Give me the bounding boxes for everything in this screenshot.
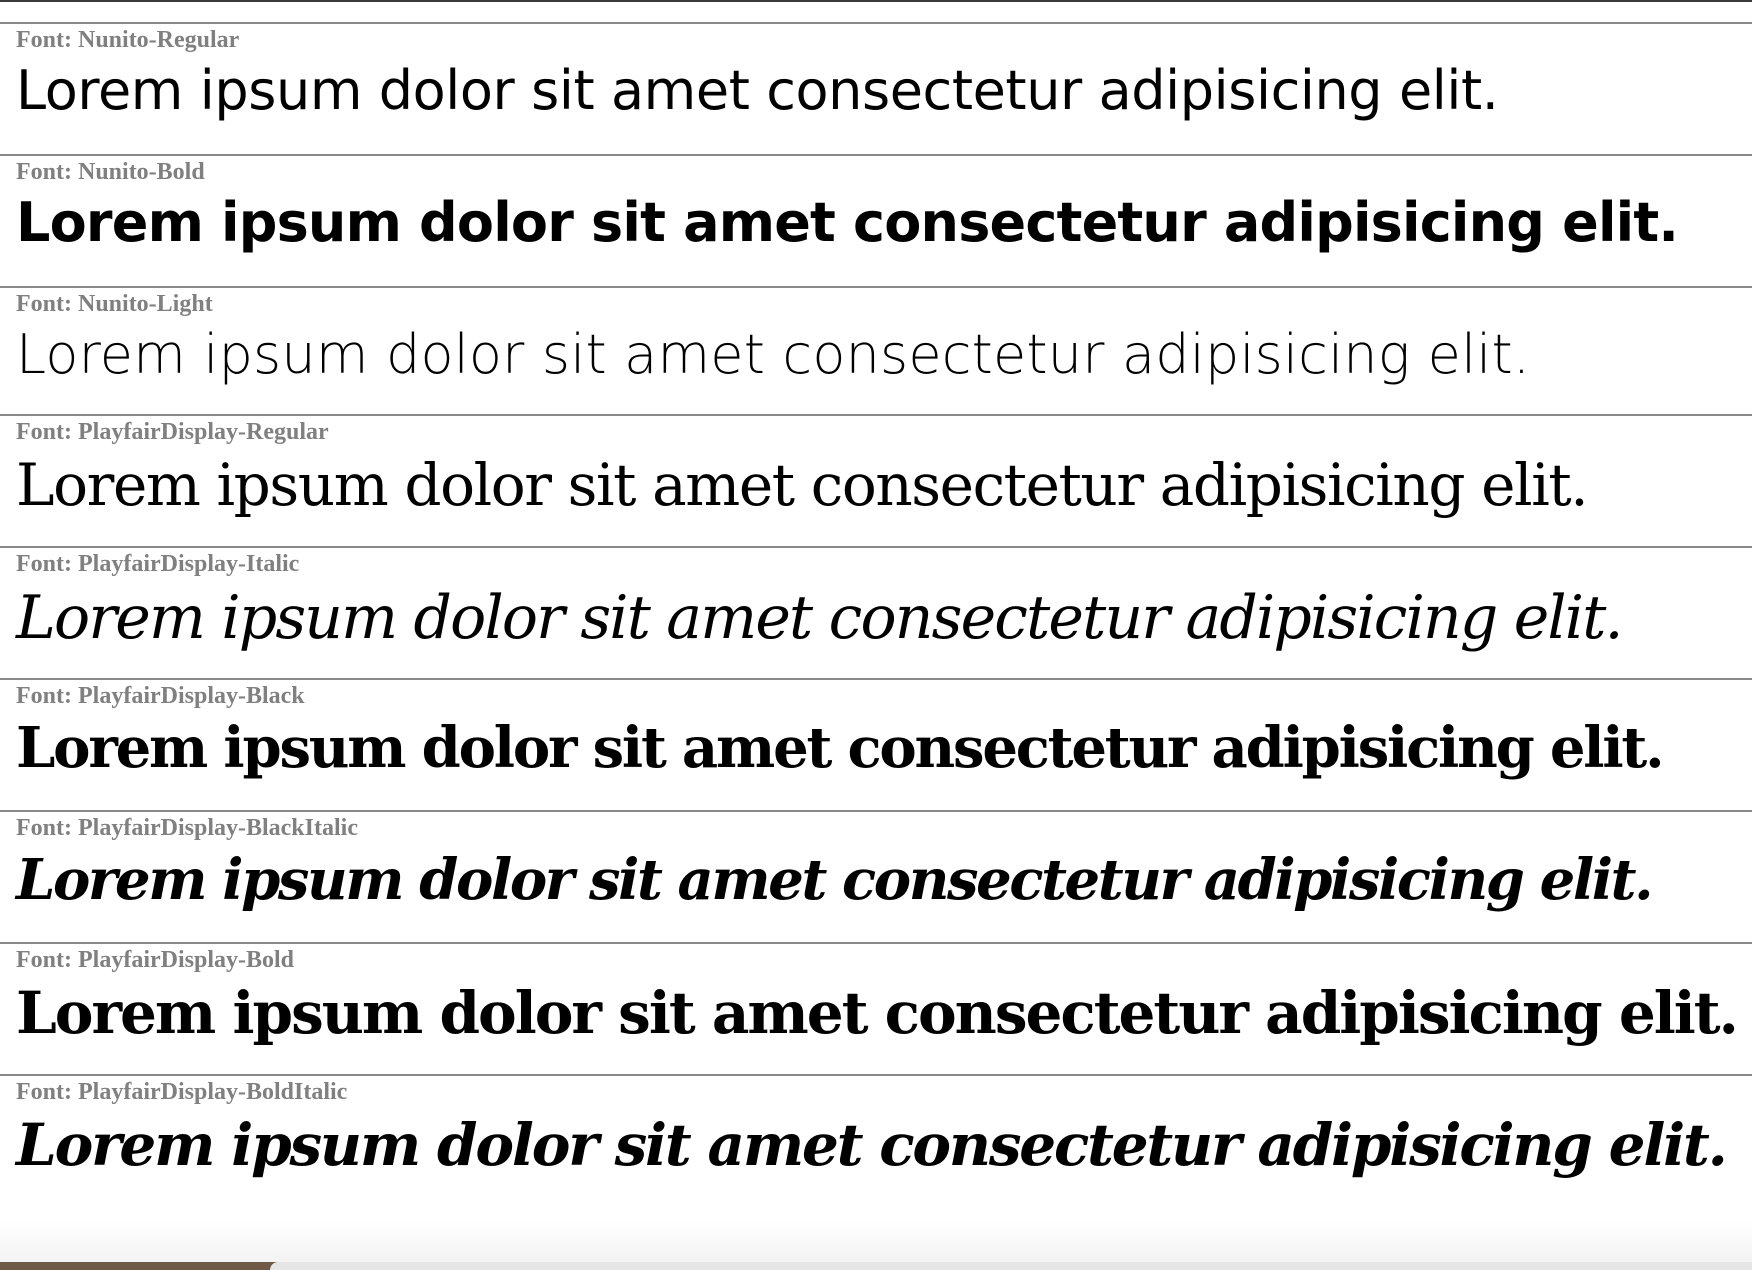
sample-text: Lorem ipsum dolor sit amet consectetur a… — [16, 583, 1624, 653]
sample-text: Lorem ipsum dolor sit amet consectetur a… — [16, 323, 1531, 386]
font-label: Font: PlayfairDisplay-Bold — [16, 947, 295, 973]
font-label: Font: PlayfairDisplay-BoldItalic — [16, 1079, 348, 1105]
sample-text: Lorem ipsum dolor sit amet consectetur a… — [16, 451, 1589, 519]
font-label: Font: PlayfairDisplay-BlackItalic — [16, 815, 358, 841]
font-label: Font: PlayfairDisplay-Italic — [16, 551, 300, 577]
font-sample-nunito-bold: Font: Nunito-Bold Lorem ipsum dolor sit … — [0, 154, 1752, 286]
font-label: Font: PlayfairDisplay-Black — [16, 683, 305, 709]
font-sample-playfair-bold: Font: PlayfairDisplay-Bold Lorem ipsum d… — [0, 942, 1752, 1074]
font-label: Font: Nunito-Light — [16, 291, 213, 317]
top-rule — [0, 0, 1752, 2]
sample-text: Lorem ipsum dolor sit amet consectetur a… — [16, 59, 1499, 122]
font-sample-playfair-italic: Font: PlayfairDisplay-Italic Lorem ipsum… — [0, 546, 1752, 678]
font-label: Font: Nunito-Regular — [16, 27, 240, 53]
font-sample-nunito-regular: Font: Nunito-Regular Lorem ipsum dolor s… — [0, 22, 1752, 154]
sample-text: Lorem ipsum dolor sit amet consectetur a… — [16, 715, 1665, 781]
sample-text: Lorem ipsum dolor sit amet consectetur a… — [16, 979, 1739, 1047]
sample-text: Lorem ipsum dolor sit amet consectetur a… — [16, 1111, 1728, 1179]
font-sample-playfair-black: Font: PlayfairDisplay-Black Lorem ipsum … — [0, 678, 1752, 810]
font-sample-nunito-light: Font: Nunito-Light Lorem ipsum dolor sit… — [0, 286, 1752, 418]
sample-text: Lorem ipsum dolor sit amet consectetur a… — [16, 191, 1679, 254]
desktop-edge — [0, 1262, 1752, 1270]
font-sample-playfair-bold-italic: Font: PlayfairDisplay-BoldItalic Lorem i… — [0, 1074, 1752, 1206]
font-label: Font: PlayfairDisplay-Regular — [16, 419, 329, 445]
font-label: Font: Nunito-Bold — [16, 159, 205, 185]
font-sample-playfair-black-italic: Font: PlayfairDisplay-BlackItalic Lorem … — [0, 810, 1752, 942]
font-sample-playfair-regular: Font: PlayfairDisplay-Regular Lorem ipsu… — [0, 414, 1752, 546]
sample-text: Lorem ipsum dolor sit amet consectetur a… — [16, 847, 1654, 913]
